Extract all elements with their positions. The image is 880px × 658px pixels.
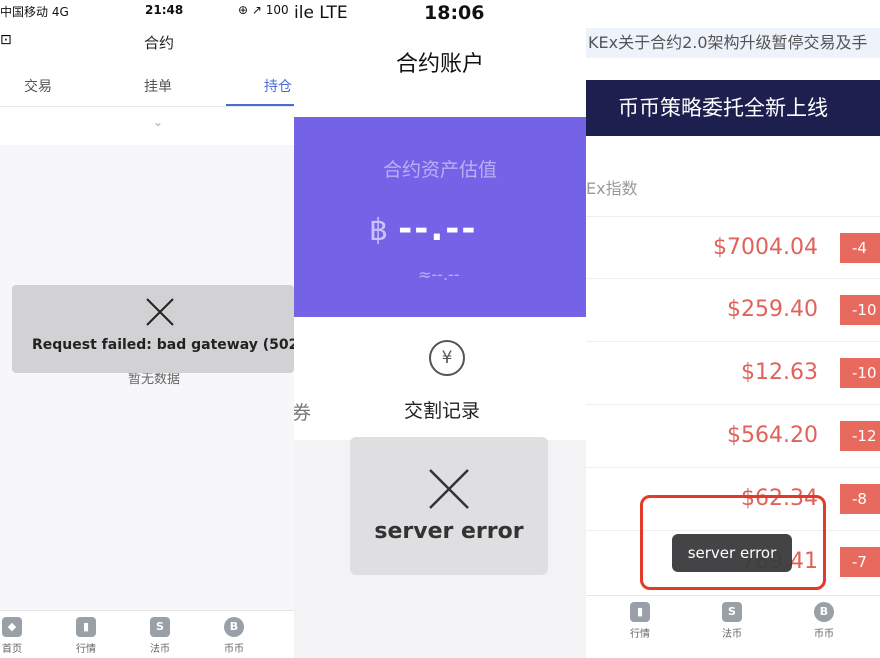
status-bar: ile LTE 18:06 (294, 0, 586, 26)
asset-card: 合约资产估值 ฿ --.-- ≈--.-- (294, 117, 586, 317)
bottom-tab-bar: ▮ 行情 S 法币 B 币币 (586, 595, 880, 658)
tab-trade[interactable]: 交易 (24, 76, 52, 96)
error-message: server error (374, 519, 524, 544)
chevron-down-icon[interactable]: ⌄ (153, 115, 163, 129)
tabbar-coin[interactable]: B 币币 (214, 617, 254, 655)
change-badge: -4 (840, 233, 880, 263)
price-value: $7004.04 (713, 235, 818, 260)
tabbar-market[interactable]: ▮ 行情 (66, 617, 106, 655)
promo-banner[interactable]: 币币策略委托全新上线 (586, 80, 880, 136)
list-item[interactable]: $7004.04 -4 (586, 216, 880, 279)
change-badge: -7 (840, 547, 880, 577)
tabbar-home[interactable]: ◆ 首页 (0, 617, 32, 655)
price-value: $564.20 (727, 423, 818, 448)
contract-screen-left: 中国移动 4G 21:48 ⊕ ↗ 100 ⊡ 合约 交易 挂单 持仓 ⌄ 暂无… (0, 0, 294, 658)
error-toast: server error (672, 534, 792, 572)
bitcoin-icon: ฿ (369, 213, 391, 248)
fiat-icon: S (150, 617, 170, 637)
list-item[interactable]: $259.40 -10 (586, 278, 880, 341)
tab-strip: 交易 挂单 持仓 (0, 62, 294, 107)
price-value: $259.40 (727, 297, 818, 322)
active-tab-underline (226, 104, 294, 106)
announcement-marquee[interactable]: KEx关于合约2.0架构升级暂停交易及手 (586, 28, 880, 58)
close-icon (146, 298, 174, 326)
tabbar-fiat[interactable]: S 法币 (140, 617, 180, 655)
carrier-label: 中国移动 4G (0, 5, 69, 19)
change-badge: -8 (840, 484, 880, 514)
delivery-record-link[interactable]: 交割记录 (404, 396, 480, 423)
page-title: 合约账户 (395, 52, 484, 77)
tab-orders[interactable]: 挂单 (144, 76, 172, 96)
expand-dropdown[interactable]: ⌄ (0, 107, 294, 145)
page-title: 合约 (144, 34, 175, 52)
network-label: ile LTE (294, 3, 348, 23)
bottom-tab-bar: ◆ 首页 ▮ 行情 S 法币 B 币币 (0, 610, 294, 658)
asset-subvalue: ≈--.-- (418, 265, 460, 284)
cropped-label: 券 (294, 402, 312, 424)
bar-chart-icon: ▮ (630, 602, 650, 622)
asset-value-text: --.-- (398, 209, 478, 249)
tabbar-coin-label: 币币 (224, 644, 244, 655)
price-value: $12.63 (741, 360, 818, 385)
home-icon: ◆ (2, 617, 22, 637)
error-toast: server error (350, 437, 548, 575)
status-time: 18:06 (424, 2, 485, 24)
yuan-record-icon[interactable]: ¥ (429, 340, 465, 376)
tabbar-home-label: 首页 (2, 644, 22, 655)
change-badge: -10 (840, 358, 880, 388)
coin-icon: B (814, 602, 834, 622)
coin-icon: B (224, 617, 244, 637)
asset-value: ฿ --.-- (369, 209, 477, 249)
tabbar-fiat-label: 法币 (150, 644, 170, 655)
asset-label: 合约资产估值 (382, 159, 497, 181)
back-icon[interactable]: ⊡ (0, 32, 12, 48)
tabbar-fiat-label: 法币 (722, 629, 742, 640)
status-icons: ⊕ ↗ 100 (238, 3, 289, 17)
tabbar-market[interactable]: ▮ 行情 (620, 602, 660, 640)
status-time: 21:48 (145, 3, 184, 17)
tabbar-coin[interactable]: B 币币 (804, 602, 844, 640)
bar-chart-icon: ▮ (76, 617, 96, 637)
tab-positions[interactable]: 持仓 (264, 76, 292, 96)
error-message: Request failed: bad gateway (502) (32, 337, 294, 353)
contract-account-screen: ile LTE 18:06 合约账户 合约资产估值 ฿ --.-- ≈--.-- … (294, 0, 586, 658)
tabbar-coin-label: 币币 (814, 629, 834, 640)
error-toast: Request failed: bad gateway (502) (12, 285, 294, 373)
list-item[interactable]: $12.63 -10 (586, 341, 880, 404)
change-badge: -10 (840, 295, 880, 325)
promo-banner-text: 币币策略委托全新上线 (618, 96, 828, 120)
change-badge: -12 (840, 421, 880, 451)
list-item[interactable]: $564.20 -12 (586, 404, 880, 467)
market-screen: KEx关于合约2.0架构升级暂停交易及手 币币策略委托全新上线 Ex指数 $70… (586, 0, 880, 658)
tabbar-fiat[interactable]: S 法币 (712, 602, 752, 640)
close-icon (429, 469, 469, 509)
nav-bar: ⊡ 合约 (0, 22, 294, 62)
fiat-icon: S (722, 602, 742, 622)
tabbar-market-label: 行情 (630, 629, 650, 640)
index-label: Ex指数 (586, 179, 638, 198)
status-bar: 中国移动 4G 21:48 ⊕ ↗ 100 (0, 0, 294, 22)
tabbar-market-label: 行情 (76, 644, 96, 655)
